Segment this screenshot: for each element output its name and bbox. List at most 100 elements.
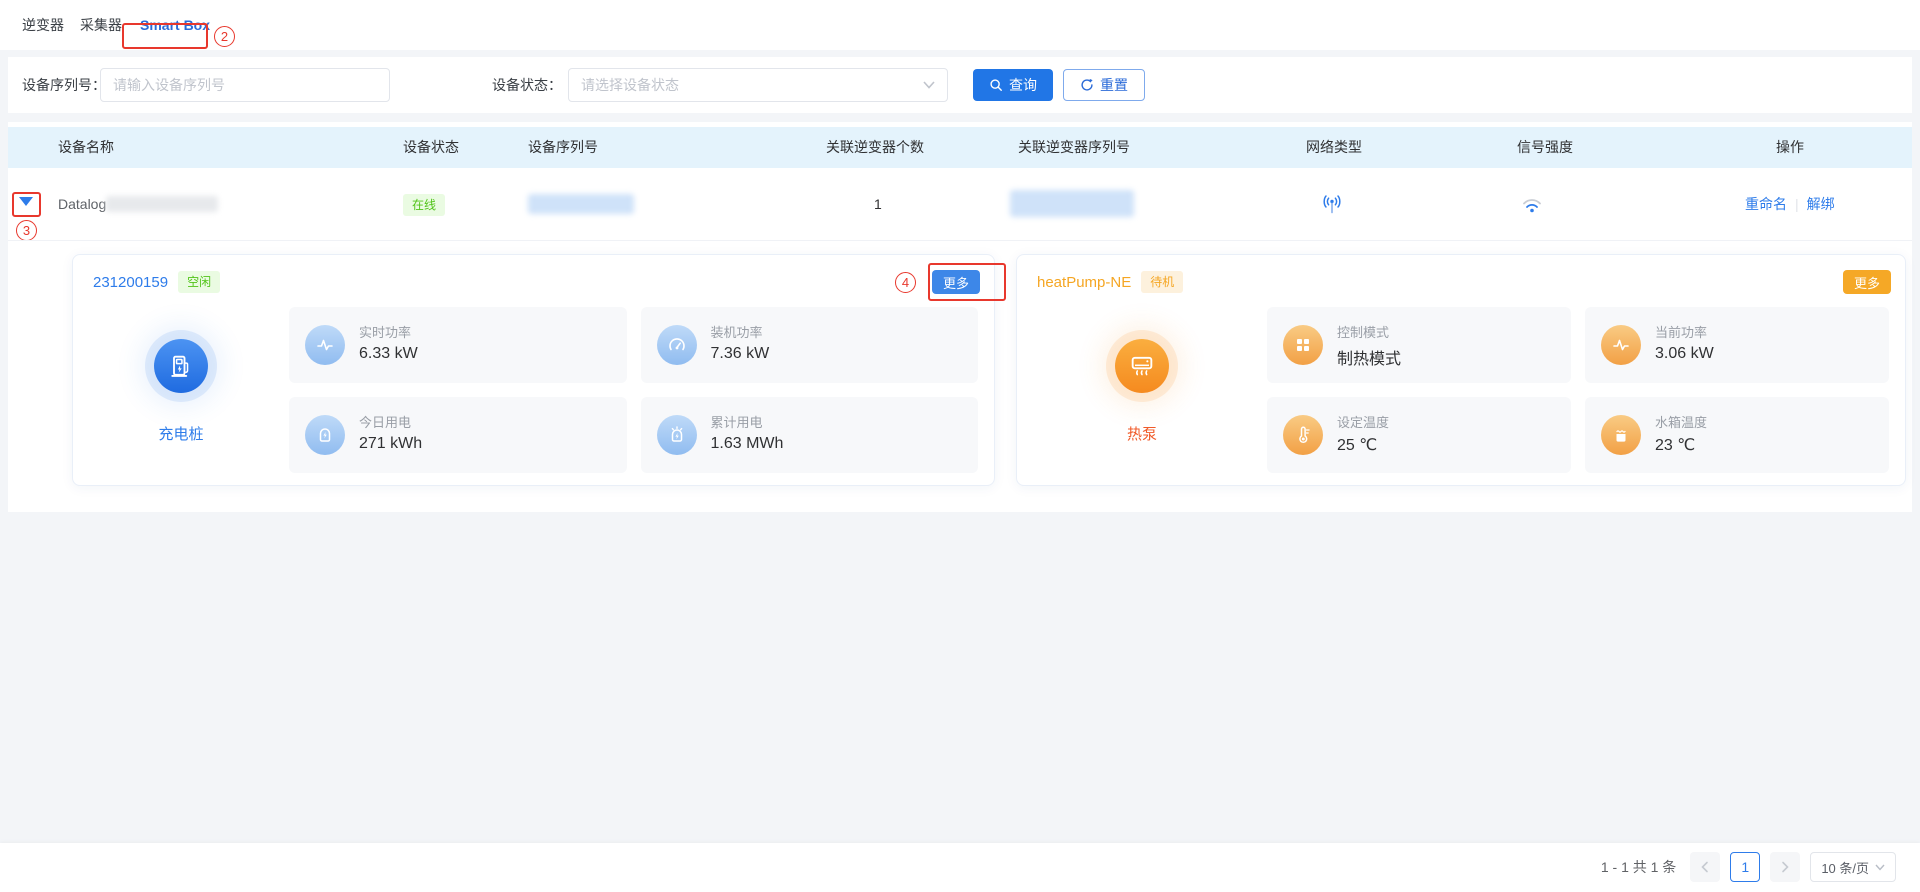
col-signal-strength: 信号强度 bbox=[1517, 127, 1573, 168]
heat-pump-serial[interactable]: heatPump-NE bbox=[1037, 274, 1131, 291]
stat-value: 6.33 kW bbox=[359, 345, 418, 363]
row-expand-arrow[interactable] bbox=[19, 197, 33, 206]
stat-label: 实时功率 bbox=[359, 322, 411, 341]
stat-value: 3.06 kW bbox=[1655, 345, 1714, 363]
stat-label: 装机功率 bbox=[711, 322, 763, 341]
query-button-label: 查询 bbox=[1009, 75, 1037, 95]
pagination: 1 - 1 共 1 条 1 10 条/页 bbox=[1601, 852, 1896, 882]
reset-button[interactable]: 重置 bbox=[1063, 69, 1145, 101]
stat-value: 制热模式 bbox=[1337, 345, 1401, 369]
charging-pile-serial[interactable]: 231200159 bbox=[93, 274, 168, 291]
charging-pile-type-label: 充电桩 bbox=[158, 423, 203, 444]
stat-value: 271 kWh bbox=[359, 435, 422, 453]
heat-pump-stats: 控制模式 制热模式 当前功率 3.06 kW bbox=[1267, 307, 1889, 471]
action-separator: | bbox=[1795, 196, 1799, 212]
stat-value: 25 ℃ bbox=[1337, 435, 1377, 455]
col-device-name: 设备名称 bbox=[58, 127, 114, 168]
next-page-button[interactable] bbox=[1770, 852, 1800, 882]
tab-inverter[interactable]: 逆变器 bbox=[22, 0, 64, 50]
stat-value: 1.63 MWh bbox=[711, 435, 784, 453]
stat-realtime-power: 实时功率 6.33 kW bbox=[289, 307, 627, 383]
stat-label: 设定温度 bbox=[1337, 412, 1389, 431]
pagination-total: 1 - 1 共 1 条 bbox=[1601, 857, 1676, 877]
heat-pump-status-badge: 待机 bbox=[1141, 271, 1183, 293]
signal-strength-cell bbox=[1520, 168, 1544, 240]
annotation-step-3: 3 bbox=[16, 220, 37, 241]
heat-pump-icon-column: 热泵 bbox=[1017, 307, 1267, 471]
set-temperature-icon bbox=[1283, 415, 1323, 455]
stat-label: 水箱温度 bbox=[1655, 412, 1707, 431]
annotation-step-4: 4 bbox=[895, 272, 916, 293]
stat-current-power: 当前功率 3.06 kW bbox=[1585, 307, 1889, 383]
tab-smart-box[interactable]: Smart Box bbox=[140, 0, 210, 50]
charging-pile-body: 充电桩 实时功率 6.33 kW bbox=[73, 307, 978, 471]
stat-label: 今日用电 bbox=[359, 412, 411, 431]
heat-pump-card: heatPump-NE 待机 更多 bbox=[1016, 254, 1906, 486]
query-button[interactable]: 查询 bbox=[973, 69, 1053, 101]
device-name-redacted bbox=[106, 196, 218, 212]
charging-pile-icon bbox=[167, 352, 195, 380]
page-number-button[interactable]: 1 bbox=[1730, 852, 1760, 882]
chevron-down-icon bbox=[1875, 864, 1885, 871]
current-power-icon bbox=[1601, 325, 1641, 365]
charging-pile-more-button[interactable]: 更多 bbox=[932, 270, 980, 294]
col-network-type: 网络类型 bbox=[1306, 127, 1362, 168]
tank-temperature-icon bbox=[1601, 415, 1641, 455]
rename-link[interactable]: 重命名 bbox=[1745, 196, 1787, 212]
chevron-right-icon bbox=[1780, 861, 1790, 873]
charging-pile-stats: 实时功率 6.33 kW 装机功率 7.36 kW bbox=[289, 307, 978, 471]
heat-pump-icon bbox=[1128, 352, 1156, 380]
stat-label: 累计用电 bbox=[711, 412, 763, 431]
device-name: Datalog bbox=[58, 168, 106, 240]
footer-bar: 1 - 1 共 1 条 1 10 条/页 bbox=[0, 843, 1920, 892]
stat-label: 当前功率 bbox=[1655, 322, 1707, 341]
stat-value: 7.36 kW bbox=[711, 345, 770, 363]
top-tab-bar: 逆变器 采集器 Smart Box 2 bbox=[0, 0, 1920, 50]
device-serial-input[interactable] bbox=[100, 68, 390, 102]
col-device-serial: 设备序列号 bbox=[528, 127, 598, 168]
col-inverter-serial: 关联逆变器序列号 bbox=[1018, 127, 1130, 168]
page-size-value: 10 条/页 bbox=[1821, 858, 1869, 877]
row-divider bbox=[8, 240, 1912, 241]
chevron-left-icon bbox=[1700, 861, 1710, 873]
table-row: 3 Datalog 在线 1 bbox=[8, 168, 1912, 240]
col-actions: 操作 bbox=[1776, 127, 1804, 168]
charging-pile-card: 231200159 空闲 4 更多 bbox=[72, 254, 995, 486]
stat-set-temperature: 设定温度 25 ℃ bbox=[1267, 397, 1571, 473]
stat-label: 控制模式 bbox=[1337, 322, 1389, 341]
tab-collector[interactable]: 采集器 bbox=[80, 0, 122, 50]
device-table: 设备名称 设备状态 设备序列号 关联逆变器个数 关联逆变器序列号 网络类型 信号… bbox=[8, 122, 1912, 512]
actions-cell: 重命名 | 解绑 bbox=[1745, 168, 1835, 240]
table-header-row: 设备名称 设备状态 设备序列号 关联逆变器个数 关联逆变器序列号 网络类型 信号… bbox=[8, 127, 1912, 168]
daily-energy-icon bbox=[305, 415, 345, 455]
installed-power-icon bbox=[657, 325, 697, 365]
device-status-cell: 在线 bbox=[403, 168, 445, 240]
device-serial-redacted bbox=[528, 194, 634, 214]
annotation-step-2: 2 bbox=[214, 26, 235, 47]
heat-pump-header: heatPump-NE 待机 更多 bbox=[1037, 269, 1891, 295]
unbind-link[interactable]: 解绑 bbox=[1807, 196, 1835, 212]
control-mode-icon bbox=[1283, 325, 1323, 365]
wifi-icon bbox=[1520, 193, 1544, 217]
filter-bar: 设备序列号： 设备状态： 请选择设备状态 查询 重置 bbox=[8, 57, 1912, 113]
heat-pump-more-button[interactable]: 更多 bbox=[1843, 270, 1891, 294]
realtime-power-icon bbox=[305, 325, 345, 365]
page-size-select[interactable]: 10 条/页 bbox=[1810, 852, 1896, 882]
stat-value: 23 ℃ bbox=[1655, 435, 1695, 455]
device-status-placeholder: 请选择设备状态 bbox=[581, 75, 923, 95]
device-serial-label: 设备序列号： bbox=[22, 57, 106, 113]
heat-pump-type-label: 热泵 bbox=[1127, 423, 1157, 444]
device-status-select[interactable]: 请选择设备状态 bbox=[568, 68, 948, 102]
charging-pile-icon-column: 充电桩 bbox=[73, 307, 289, 471]
reset-button-label: 重置 bbox=[1100, 75, 1128, 95]
refresh-icon bbox=[1080, 78, 1094, 92]
prev-page-button[interactable] bbox=[1690, 852, 1720, 882]
smart-box-device-page: 逆变器 采集器 Smart Box 2 设备序列号： 设备状态： 请选择设备状态… bbox=[0, 0, 1920, 892]
charging-pile-status-badge: 空闲 bbox=[178, 271, 220, 293]
inverter-count-cell: 1 bbox=[874, 168, 882, 240]
charging-pile-device-icon-wrap bbox=[154, 339, 208, 393]
search-icon bbox=[989, 78, 1003, 92]
inverter-serial-redacted bbox=[1010, 190, 1134, 217]
chevron-down-icon bbox=[923, 81, 935, 89]
heat-pump-body: 热泵 控制模式 制热模式 bbox=[1017, 307, 1889, 471]
